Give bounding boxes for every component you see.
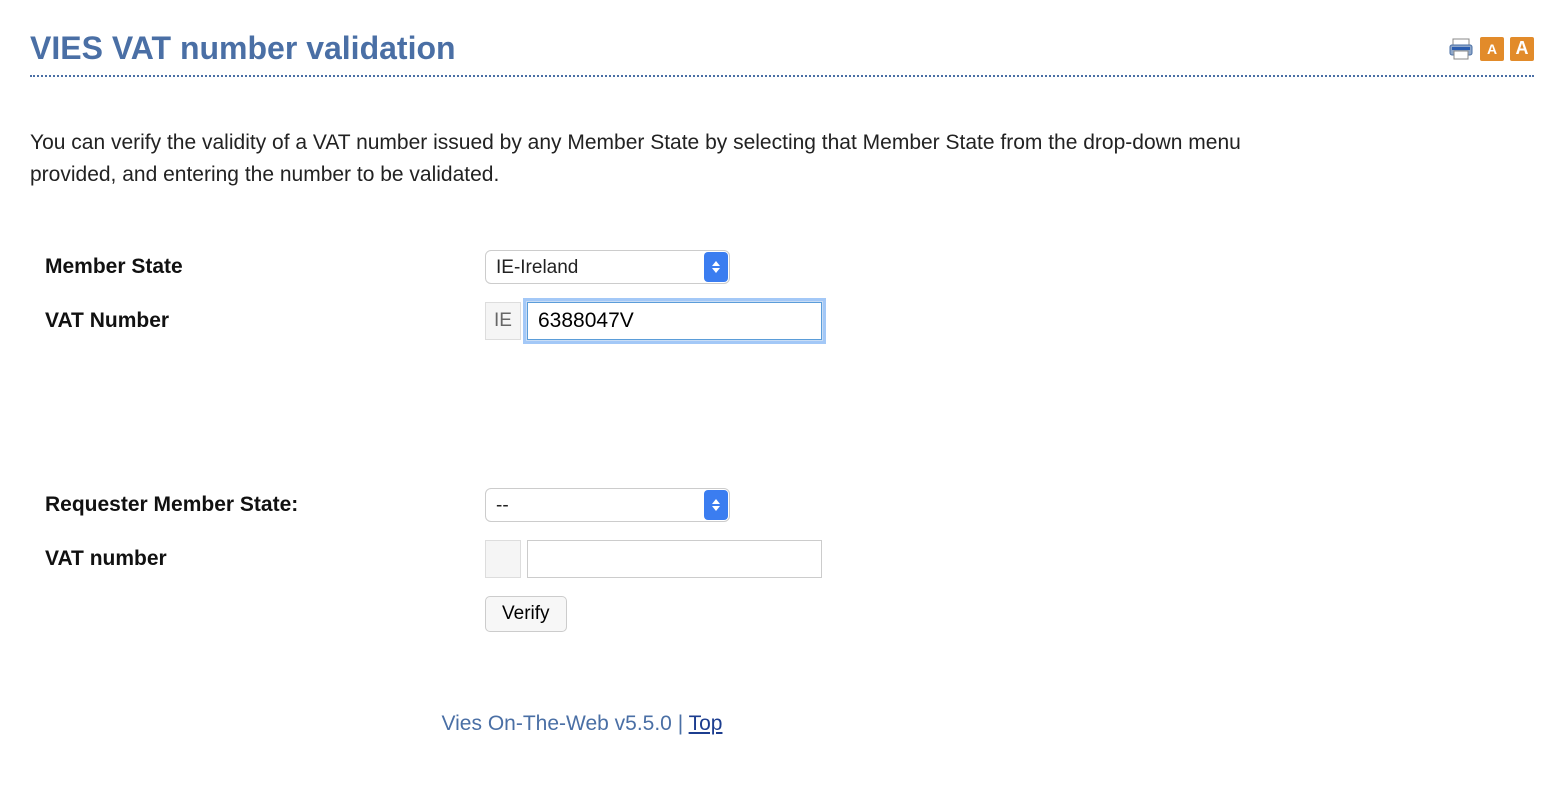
requester-vat-number-label: VAT number bbox=[45, 547, 485, 571]
vat-number-input[interactable] bbox=[527, 302, 822, 340]
intro-text: You can verify the validity of a VAT num… bbox=[30, 127, 1270, 190]
requester-member-state-row: Requester Member State: -- bbox=[45, 488, 1534, 522]
member-state-label: Member State bbox=[45, 255, 485, 279]
member-state-select[interactable]: IE-Ireland bbox=[485, 250, 730, 284]
font-size-large-icon[interactable]: A bbox=[1510, 37, 1534, 61]
requester-vat-prefix bbox=[485, 540, 521, 578]
requester-vat-number-input[interactable] bbox=[527, 540, 822, 578]
header-icons: A A bbox=[1448, 37, 1534, 61]
font-size-small-icon[interactable]: A bbox=[1480, 37, 1504, 61]
requester-member-state-label: Requester Member State: bbox=[45, 493, 485, 517]
requester-vat-number-row: VAT number bbox=[45, 540, 1534, 578]
requester-member-state-select-wrap: -- bbox=[485, 488, 730, 522]
vat-number-row: VAT Number IE bbox=[45, 302, 1534, 340]
member-state-select-wrap: IE-Ireland bbox=[485, 250, 730, 284]
page-footer: Vies On-The-Web v5.5.0 | Top bbox=[30, 712, 1134, 736]
footer-version: Vies On-The-Web v5.5.0 bbox=[442, 712, 672, 735]
verify-button[interactable]: Verify bbox=[485, 596, 567, 632]
page-title: VIES VAT number validation bbox=[30, 30, 456, 67]
member-state-row: Member State IE-Ireland bbox=[45, 250, 1534, 284]
requester-member-state-select[interactable]: -- bbox=[485, 488, 730, 522]
verify-row: Verify bbox=[45, 596, 1534, 632]
vat-prefix: IE bbox=[485, 302, 521, 340]
vat-form: Member State IE-Ireland VAT Number IE Re… bbox=[30, 250, 1534, 632]
page-header: VIES VAT number validation A A bbox=[30, 30, 1534, 77]
footer-separator: | bbox=[672, 712, 689, 735]
print-icon[interactable] bbox=[1448, 37, 1474, 61]
vat-number-label: VAT Number bbox=[45, 309, 485, 333]
top-link[interactable]: Top bbox=[689, 712, 723, 735]
